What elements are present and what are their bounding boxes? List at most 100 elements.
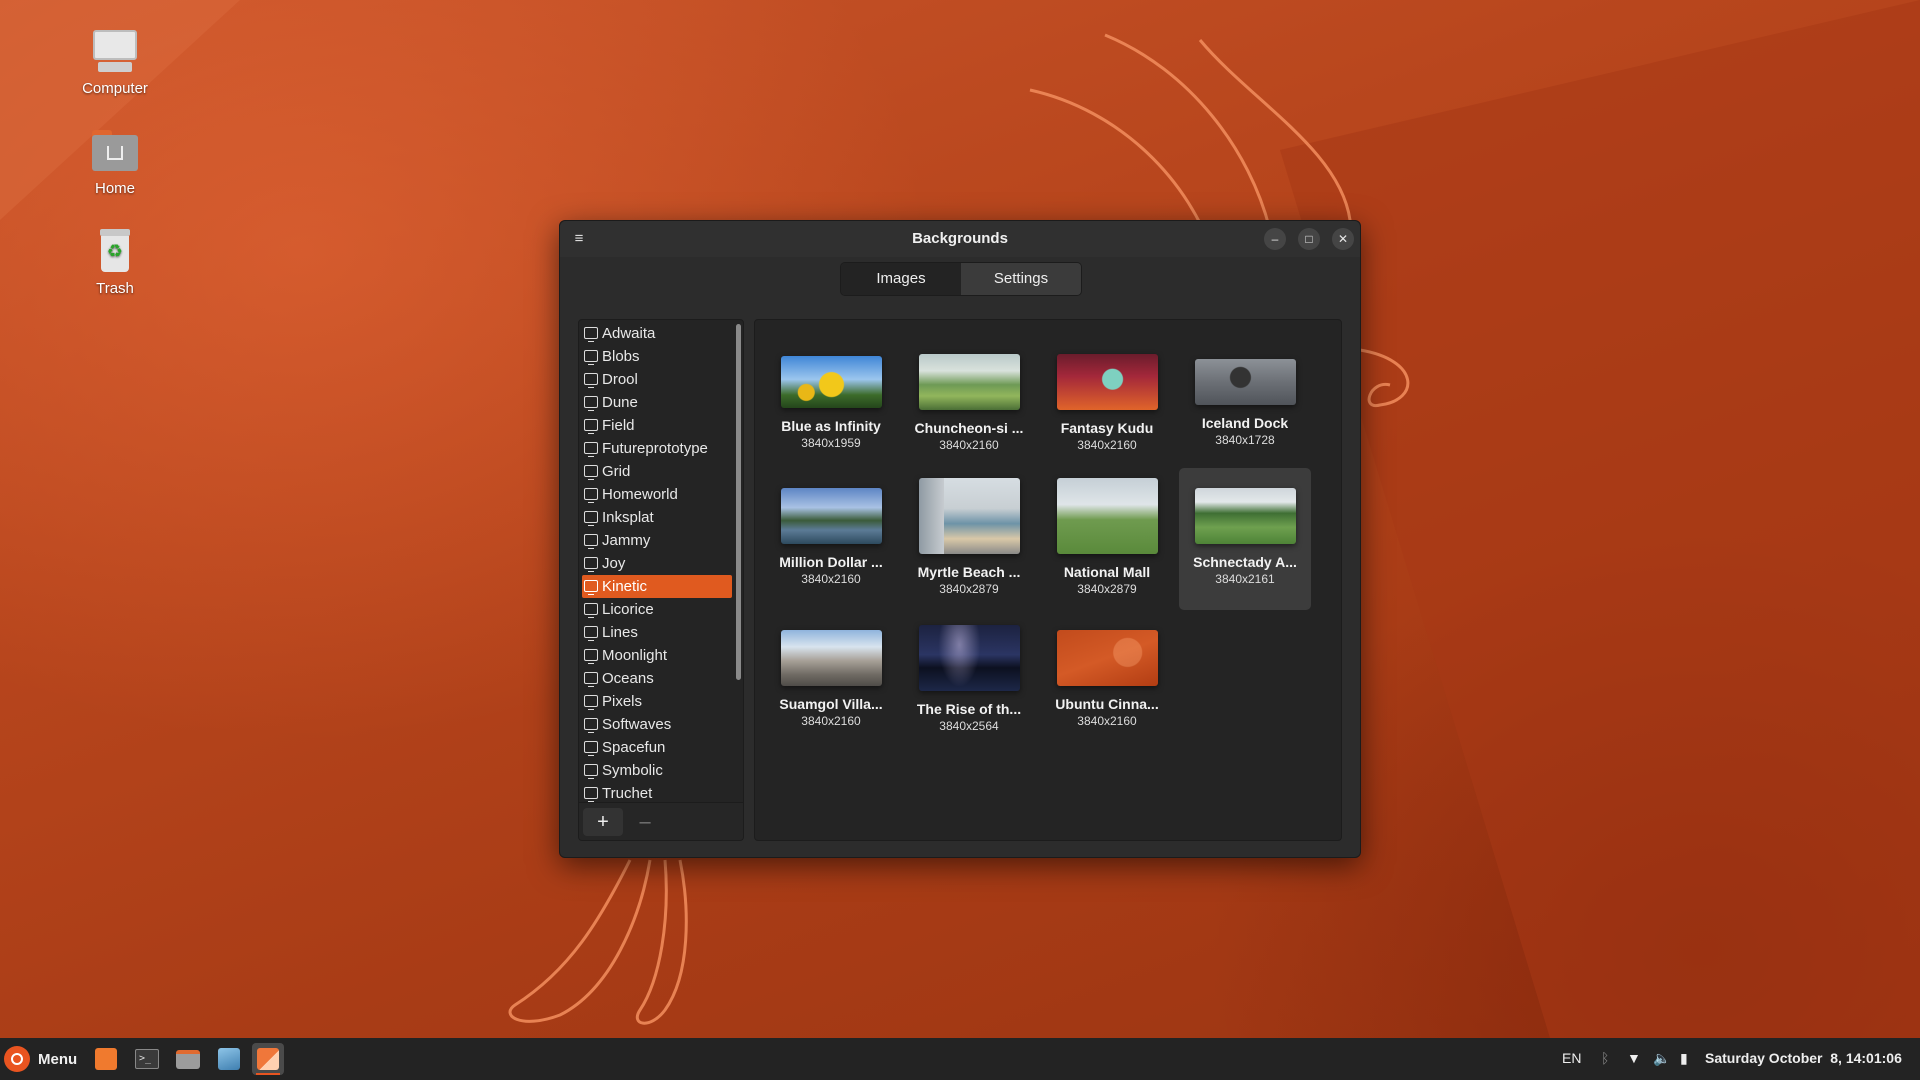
background-tile[interactable]: Chuncheon-si ... 3840x2160 xyxy=(903,334,1035,476)
taskbar-app-image-viewer[interactable] xyxy=(213,1043,245,1075)
tab-settings[interactable]: Settings xyxy=(961,263,1081,295)
collection-item-truchet[interactable]: Truchet xyxy=(582,782,732,804)
background-resolution: 3840x2161 xyxy=(1215,572,1275,586)
background-name: Suamgol Villa... xyxy=(779,696,883,712)
start-menu-button[interactable]: Menu xyxy=(4,1046,77,1072)
desktop-icon-label: Trash xyxy=(96,280,134,297)
collection-item-spacefun[interactable]: Spacefun xyxy=(582,736,732,759)
wifi-icon[interactable]: ▼ xyxy=(1627,1050,1641,1066)
display-icon xyxy=(584,327,598,342)
collection-item-field[interactable]: Field xyxy=(582,414,732,437)
collection-item-label: Pixels xyxy=(602,693,643,710)
collection-sidebar: Adwaita Blobs Drool Dune Field Futureprototyp… xyxy=(578,319,744,841)
desktop-icon-home[interactable]: Home xyxy=(60,128,170,197)
collection-item-moonlight[interactable]: Moonlight xyxy=(582,644,732,667)
volume-icon[interactable]: 🔈 xyxy=(1653,1050,1670,1067)
desktop-icon-label: Home xyxy=(94,180,135,197)
background-thumbnail xyxy=(919,625,1020,691)
display-icon xyxy=(584,488,598,503)
collection-item-label: Drool xyxy=(602,371,638,388)
collection-item-label: Jammy xyxy=(602,532,651,549)
background-resolution: 3840x2160 xyxy=(801,714,861,728)
display-icon xyxy=(584,672,598,687)
display-icon xyxy=(584,718,598,733)
collection-item-inksplat[interactable]: Inksplat xyxy=(582,506,732,529)
display-icon xyxy=(584,396,598,411)
sidebar-scrollbar[interactable] xyxy=(736,324,741,680)
display-icon xyxy=(584,695,598,710)
background-resolution: 3840x2160 xyxy=(1077,438,1137,452)
collection-item-label: Symbolic xyxy=(602,762,663,779)
background-thumbnail xyxy=(1195,488,1296,544)
remove-collection-button[interactable]: – xyxy=(625,808,665,836)
close-button[interactable]: ✕ xyxy=(1332,228,1354,250)
sidebar-footer: + – xyxy=(579,802,743,840)
collection-item-jammy[interactable]: Jammy xyxy=(582,529,732,552)
desktop-icon-computer[interactable]: Computer xyxy=(60,28,170,97)
battery-icon[interactable]: ▮ xyxy=(1680,1050,1688,1067)
collection-item-symbolic[interactable]: Symbolic xyxy=(582,759,732,782)
taskbar-app-orange[interactable] xyxy=(90,1043,122,1075)
background-name: Schnectady A... xyxy=(1193,554,1297,570)
taskbar-app-terminal[interactable]: >_ xyxy=(131,1043,163,1075)
background-tile[interactable]: The Rise of th... 3840x2564 xyxy=(903,610,1035,752)
background-tile[interactable]: Ubuntu Cinna... 3840x2160 xyxy=(1041,610,1173,752)
collection-item-joy[interactable]: Joy xyxy=(582,552,732,575)
background-resolution: 3840x1728 xyxy=(1215,433,1275,447)
collection-item-dune[interactable]: Dune xyxy=(582,391,732,414)
background-tile[interactable]: Blue as Infinity 3840x1959 xyxy=(765,334,897,476)
collection-item-oceans[interactable]: Oceans xyxy=(582,667,732,690)
image-grid: Blue as Infinity 3840x1959 Chuncheon-si ..… xyxy=(754,319,1342,841)
collection-item-softwaves[interactable]: Softwaves xyxy=(582,713,732,736)
display-icon xyxy=(584,373,598,388)
window-title: Backgrounds xyxy=(912,230,1008,247)
background-thumbnail xyxy=(781,630,882,686)
tab-images[interactable]: Images xyxy=(841,263,961,295)
clock[interactable]: Saturday October 8, 14:01:06 xyxy=(1705,1050,1902,1066)
minimize-button[interactable]: – xyxy=(1264,228,1286,250)
collection-item-drool[interactable]: Drool xyxy=(582,368,732,391)
collection-item-futureprototype[interactable]: Futureprototype xyxy=(582,437,732,460)
background-tile[interactable]: Suamgol Villa... 3840x2160 xyxy=(765,610,897,752)
computer-icon xyxy=(90,28,140,74)
display-icon xyxy=(584,603,598,618)
background-thumbnail xyxy=(1057,630,1158,686)
collection-item-label: Inksplat xyxy=(602,509,654,526)
add-collection-button[interactable]: + xyxy=(583,808,623,836)
background-name: Iceland Dock xyxy=(1201,415,1289,431)
display-icon xyxy=(584,580,598,595)
taskbar-app-files[interactable] xyxy=(172,1043,204,1075)
collection-item-adwaita[interactable]: Adwaita xyxy=(582,322,732,345)
ubuntu-logo-icon xyxy=(4,1046,30,1072)
bluetooth-icon[interactable]: ᛒ xyxy=(1601,1050,1609,1066)
collection-item-label: Moonlight xyxy=(602,647,668,664)
background-name: The Rise of th... xyxy=(916,701,1022,717)
background-name: National Mall xyxy=(1063,564,1151,580)
background-tile[interactable]: National Mall 3840x2879 xyxy=(1041,468,1173,610)
background-thumbnail xyxy=(919,478,1020,554)
background-tile[interactable]: Schnectady A... 3840x2161 xyxy=(1179,468,1311,610)
collection-item-licorice[interactable]: Licorice xyxy=(582,598,732,621)
maximize-button[interactable]: □ xyxy=(1298,228,1320,250)
desktop-icon-trash[interactable]: ♻ Trash xyxy=(60,228,170,297)
background-tile[interactable]: Fantasy Kudu 3840x2160 xyxy=(1041,334,1173,476)
collection-item-kinetic[interactable]: Kinetic xyxy=(582,575,732,598)
taskbar-app-backgrounds[interactable] xyxy=(252,1043,284,1075)
collection-item-label: Futureprototype xyxy=(602,440,708,457)
collection-item-label: Joy xyxy=(602,555,626,572)
collection-item-pixels[interactable]: Pixels xyxy=(582,690,732,713)
keyboard-language[interactable]: EN xyxy=(1562,1050,1581,1066)
background-tile[interactable]: Myrtle Beach ... 3840x2879 xyxy=(903,468,1035,610)
background-tile[interactable]: Iceland Dock 3840x1728 xyxy=(1179,334,1311,476)
collection-item-homeworld[interactable]: Homeworld xyxy=(582,483,732,506)
background-tile[interactable]: Million Dollar ... 3840x2160 xyxy=(765,468,897,610)
display-icon xyxy=(584,511,598,526)
collection-item-blobs[interactable]: Blobs xyxy=(582,345,732,368)
window-titlebar[interactable]: ≡ Backgrounds – □ ✕ xyxy=(560,221,1360,257)
background-name: Blue as Infinity xyxy=(781,418,881,434)
collection-item-lines[interactable]: Lines xyxy=(582,621,732,644)
menu-label: Menu xyxy=(38,1050,78,1068)
collection-item-grid[interactable]: Grid xyxy=(582,460,732,483)
image-viewer-icon xyxy=(218,1048,240,1070)
display-icon xyxy=(584,465,598,480)
